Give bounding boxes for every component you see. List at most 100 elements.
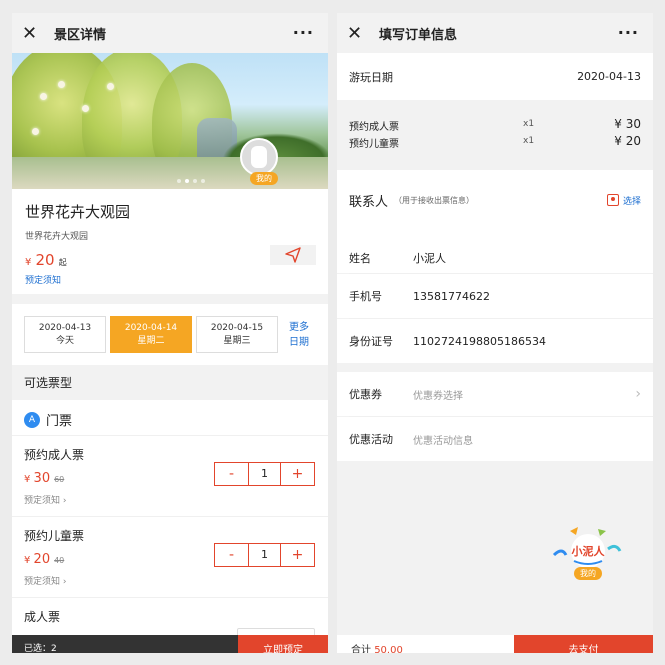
increment-button[interactable]: + <box>281 544 314 566</box>
order-ticket-name: 预约儿童票 <box>349 139 399 150</box>
phone-input[interactable]: 13581774622 <box>413 290 490 303</box>
wode-badge[interactable]: 我的 <box>250 172 278 185</box>
selected-count: 已选：2 <box>12 635 238 653</box>
ticket-notice-link[interactable]: 预定须知 › <box>24 574 316 587</box>
ticket-original-price: 60 <box>54 475 65 484</box>
chevron-right-icon: › <box>62 496 67 506</box>
ticket-notice-link[interactable]: 预定须知 › <box>24 493 316 506</box>
lamp-shape <box>58 81 65 88</box>
ticket-name: 预约儿童票 <box>24 529 85 543</box>
total-amount: 50.00 <box>374 645 403 653</box>
coupon-label: 优惠券 <box>349 388 382 401</box>
date-day: 星期三 <box>223 336 251 346</box>
carousel-dot[interactable] <box>185 179 189 183</box>
ticket-section-title: 可选票型 <box>12 365 328 400</box>
bottom-action-bar: 已选：2 立即预定 <box>12 635 328 653</box>
contact-subtitle: （用于接收出票信息） <box>394 195 475 205</box>
svg-text:小泥人: 小泥人 <box>571 544 606 558</box>
more-dates-line: 更多 <box>289 321 309 333</box>
order-ticket-qty: x1 <box>523 136 535 146</box>
lamp-shape <box>82 105 89 112</box>
order-tickets-summary: 预约成人票 x1 ¥ 30 预约儿童票 x1 ¥ 20 <box>337 100 653 170</box>
wode-badge[interactable]: 我的 <box>574 567 602 580</box>
choose-contact-button[interactable]: 选择 <box>606 194 641 207</box>
field-label: 手机号 <box>349 290 382 303</box>
currency-symbol: ¥ <box>25 257 32 268</box>
ticket-notice-label: 预定须知 <box>24 577 61 587</box>
order-ticket-name: 预约成人票 <box>349 122 399 133</box>
ticket-category-icon: A <box>24 411 40 428</box>
mascot-floating-button[interactable]: 小泥人 我的 <box>552 525 622 580</box>
chevron-right-icon: › <box>62 577 67 587</box>
contact-header: 联系人 （用于接收出票信息） 选择 <box>337 170 653 230</box>
name-field-row: 姓名 小泥人 <box>337 230 653 273</box>
pay-button[interactable]: 去支付 <box>514 635 653 653</box>
order-total: 合计 50.00 <box>337 635 514 653</box>
date-value: 2020-04-13 <box>38 323 92 333</box>
date-option-selected[interactable]: 2020-04-14 星期二 <box>110 316 192 353</box>
carousel-dot[interactable] <box>177 179 181 183</box>
id-field-row: 身份证号 110272419880518653­4 <box>337 319 653 363</box>
order-ticket-price: ¥ 30 <box>614 117 641 131</box>
scenic-hero-image: 我的 <box>12 53 328 189</box>
quantity-value[interactable]: 1 <box>248 544 281 566</box>
decrement-button[interactable]: - <box>215 463 248 485</box>
coupon-select[interactable]: 优惠券选择 <box>413 387 463 402</box>
date-option[interactable]: 2020-04-15 星期三 <box>196 316 278 353</box>
scenic-name: 世界花卉大观园 <box>25 203 131 221</box>
date-selector: 2020-04-13 今天 2020-04-14 星期二 2020-04-15 … <box>12 304 328 365</box>
scenic-info-card: 世界花卉大观园 世界花卉大观园 ¥ 20 起 预定须知 <box>12 189 328 294</box>
contact-card-icon <box>606 194 619 206</box>
close-icon[interactable]: ✕ <box>347 23 369 44</box>
ticket-item: 预约成人票 ¥ 30 60 预定须知 › - 1 + <box>12 435 328 516</box>
increment-button[interactable]: + <box>281 463 314 485</box>
decrement-button[interactable]: - <box>215 544 248 566</box>
carousel-dot[interactable] <box>201 179 205 183</box>
close-icon[interactable]: ✕ <box>22 23 44 44</box>
play-date-row: 游玩日期 2020-04-13 <box>337 53 653 100</box>
top-bar: ✕ 景区详情 ··· <box>12 13 328 53</box>
mascot-avatar-icon[interactable] <box>240 138 278 176</box>
quantity-value[interactable]: 1 <box>248 463 281 485</box>
lamp-shape <box>32 128 39 135</box>
navigate-button[interactable] <box>270 245 316 265</box>
lamp-shape <box>40 93 47 100</box>
book-now-button[interactable]: 立即预定 <box>238 635 328 653</box>
currency-symbol: ¥ <box>24 474 34 485</box>
water-shape <box>12 157 328 189</box>
date-option[interactable]: 2020-04-13 今天 <box>24 316 106 353</box>
lamp-shape <box>107 83 114 90</box>
more-menu-icon[interactable]: ··· <box>293 23 314 42</box>
id-number-input[interactable]: 110272419880518653­4 <box>413 335 546 348</box>
more-dates-link[interactable]: 更多 日期 <box>284 320 314 350</box>
promotion-info: 优惠活动信息 <box>413 435 473 447</box>
carousel-dot[interactable] <box>193 179 197 183</box>
ticket-item: 预约儿童票 ¥ 20 40 预定须知 › - 1 + <box>12 516 328 597</box>
more-menu-icon[interactable]: ··· <box>618 23 639 42</box>
quantity-stepper: - 1 + <box>214 462 315 486</box>
booking-notice-link[interactable]: 预定须知 <box>25 273 315 286</box>
ticket-name: 预约成人票 <box>24 448 85 462</box>
ticket-original-price: 40 <box>54 556 65 565</box>
order-ticket-price: ¥ 20 <box>614 134 641 148</box>
price-value: 20 <box>35 251 55 269</box>
ticket-name: 成人票 <box>24 610 61 624</box>
order-ticket-qty: x1 <box>523 119 535 129</box>
ticket-price-value: 20 <box>33 552 51 567</box>
promotion-row[interactable]: 优惠活动 优惠活动信息 <box>337 417 653 461</box>
ticket-category-header: A 门票 <box>12 400 328 435</box>
scenic-detail-screen: ✕ 景区详情 ··· 我的 世界花卉大观园 世界花卉大观园 ¥ 20 起 预定须… <box>12 13 328 653</box>
empty-area: 小泥人 我的 <box>337 485 653 653</box>
promotion-label: 优惠活动 <box>349 433 393 446</box>
coupon-row[interactable]: 优惠券 优惠券选择 › <box>337 372 653 416</box>
bottom-action-bar: 合计 50.00 去支付 <box>337 635 653 653</box>
ticket-notice-label: 预定须知 <box>24 496 61 506</box>
ticket-price-value: 30 <box>33 471 51 486</box>
carousel-dots[interactable] <box>177 179 205 183</box>
chevron-right-icon: › <box>635 386 641 402</box>
top-bar: ✕ 填写订单信息 ··· <box>337 13 653 53</box>
more-dates-line: 日期 <box>289 336 309 348</box>
order-form-screen: ✕ 填写订单信息 ··· 游玩日期 2020-04-13 预约成人票 x1 ¥ … <box>337 13 653 653</box>
name-input[interactable]: 小泥人 <box>413 250 446 266</box>
price-suffix: 起 <box>58 258 67 267</box>
